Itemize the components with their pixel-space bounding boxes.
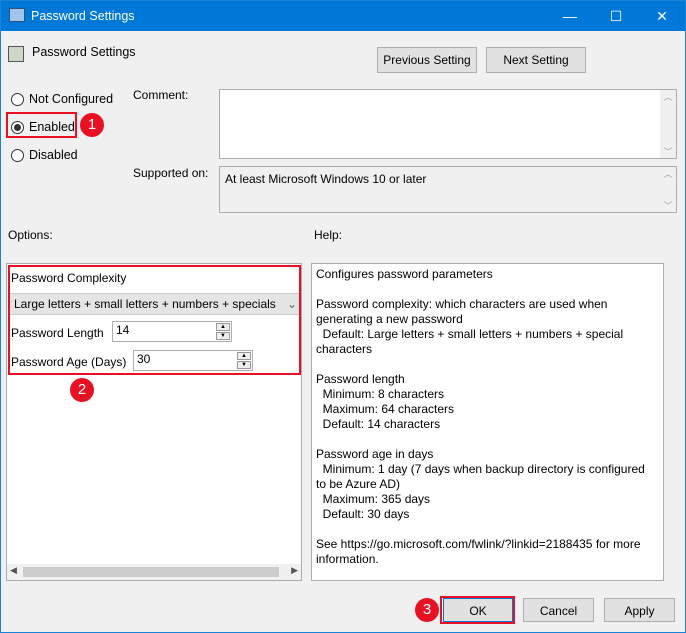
options-label: Options: xyxy=(8,228,53,242)
radio-label: Disabled xyxy=(29,148,78,162)
supported-scrollbar[interactable]: ︿ ﹀ xyxy=(660,167,676,212)
scroll-right-icon[interactable]: ▶ xyxy=(291,565,298,576)
policy-name: Password Settings xyxy=(32,45,136,59)
comment-textarea[interactable]: ︿ ﹀ xyxy=(219,89,677,159)
cancel-button[interactable]: Cancel xyxy=(523,598,594,622)
close-button[interactable]: ✕ xyxy=(639,1,685,31)
step-badge-3: 3 xyxy=(415,598,439,622)
title-bar: Password Settings — ☐ ✕ xyxy=(1,1,685,31)
highlight-options xyxy=(8,265,301,375)
radio-disabled[interactable]: Disabled xyxy=(11,148,78,162)
help-panel: Configures password parameters Password … xyxy=(311,263,664,581)
radio-label: Not Configured xyxy=(29,92,114,106)
options-hscrollbar[interactable]: ◀ ▶ xyxy=(7,564,301,580)
policy-icon xyxy=(8,46,24,62)
supported-on-label: Supported on: xyxy=(133,166,209,180)
next-setting-button[interactable]: Next Setting xyxy=(486,47,586,73)
window-title: Password Settings xyxy=(31,9,135,23)
comment-scrollbar[interactable]: ︿ ﹀ xyxy=(660,90,676,158)
step-badge-2: 2 xyxy=(70,378,94,402)
minimize-button[interactable]: — xyxy=(547,1,593,31)
previous-setting-button[interactable]: Previous Setting xyxy=(377,47,477,73)
password-settings-dialog: Password Settings — ☐ ✕ Password Setting… xyxy=(0,0,686,633)
highlight-enabled xyxy=(6,112,77,138)
radio-not-configured[interactable]: Not Configured xyxy=(11,92,113,106)
help-label: Help: xyxy=(314,228,343,242)
maximize-button[interactable]: ☐ xyxy=(593,1,639,31)
comment-label: Comment: xyxy=(133,88,189,102)
supported-on-field: At least Microsoft Windows 10 or later ︿… xyxy=(219,166,677,213)
help-text: Configures password parameters Password … xyxy=(316,267,645,566)
scroll-left-icon[interactable]: ◀ xyxy=(10,565,17,576)
supported-on-value: At least Microsoft Windows 10 or later xyxy=(225,172,427,186)
apply-button[interactable]: Apply xyxy=(604,598,675,622)
highlight-ok xyxy=(440,596,515,624)
step-badge-1: 1 xyxy=(80,113,104,137)
scroll-thumb[interactable] xyxy=(23,567,279,577)
app-icon xyxy=(9,8,25,22)
